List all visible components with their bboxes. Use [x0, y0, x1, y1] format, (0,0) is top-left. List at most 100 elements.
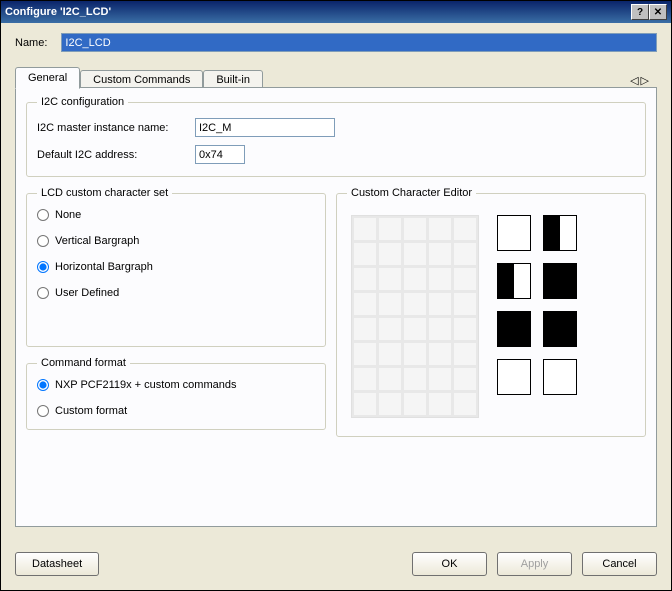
- datasheet-button[interactable]: Datasheet: [15, 552, 99, 576]
- tab-prev-icon[interactable]: ◁: [630, 74, 638, 87]
- name-label: Name:: [15, 37, 47, 49]
- close-icon[interactable]: ✕: [649, 4, 667, 20]
- help-icon[interactable]: ?: [631, 4, 649, 20]
- i2c-config-group: I2C configuration I2C master instance na…: [26, 96, 646, 177]
- pixel-cell[interactable]: [353, 242, 377, 266]
- apply-button[interactable]: Apply: [497, 552, 572, 576]
- pixel-cell[interactable]: [453, 342, 477, 366]
- pixel-cell[interactable]: [453, 292, 477, 316]
- radio-input[interactable]: [37, 405, 49, 417]
- pixel-cell[interactable]: [353, 267, 377, 291]
- pixel-cell[interactable]: [403, 392, 427, 416]
- radio-label: Custom format: [55, 405, 127, 417]
- pixel-cell[interactable]: [428, 242, 452, 266]
- pixel-cell[interactable]: [428, 342, 452, 366]
- pixel-cell[interactable]: [378, 242, 402, 266]
- char-half-right: [560, 360, 576, 394]
- char-half-left: [544, 216, 560, 250]
- group-legend: Custom Character Editor: [347, 187, 476, 199]
- lower-groups: LCD custom character set None Vertical B…: [26, 187, 646, 437]
- pixel-cell[interactable]: [403, 242, 427, 266]
- pixel-cell[interactable]: [403, 217, 427, 241]
- pixel-cell[interactable]: [353, 292, 377, 316]
- pixel-cell[interactable]: [453, 217, 477, 241]
- charset-group: LCD custom character set None Vertical B…: [26, 187, 326, 347]
- ok-button[interactable]: OK: [412, 552, 487, 576]
- radio-label: User Defined: [55, 287, 119, 299]
- pixel-cell[interactable]: [353, 217, 377, 241]
- pixel-cell[interactable]: [378, 217, 402, 241]
- radio-user-defined[interactable]: User Defined: [37, 287, 315, 299]
- char-preview[interactable]: [543, 215, 577, 251]
- tab-nav: ◁ ▷: [630, 74, 657, 87]
- char-editor: [347, 209, 635, 424]
- pixel-cell[interactable]: [403, 367, 427, 391]
- char-preview[interactable]: [497, 311, 531, 347]
- radio-nxp-pcf2119x[interactable]: NXP PCF2119x + custom commands: [37, 379, 315, 391]
- pixel-cell[interactable]: [353, 317, 377, 341]
- pixel-cell[interactable]: [428, 292, 452, 316]
- pixel-cell[interactable]: [378, 392, 402, 416]
- dialog-content: Name: General Custom Commands Built-in ◁…: [1, 23, 671, 537]
- char-preview[interactable]: [497, 263, 531, 299]
- name-input[interactable]: [61, 33, 657, 52]
- pixel-cell[interactable]: [353, 367, 377, 391]
- pixel-cell[interactable]: [428, 217, 452, 241]
- radio-input[interactable]: [37, 209, 49, 221]
- window-title: Configure 'I2C_LCD': [5, 6, 631, 18]
- radio-label: NXP PCF2119x + custom commands: [55, 379, 236, 391]
- radio-input[interactable]: [37, 379, 49, 391]
- radio-input[interactable]: [37, 287, 49, 299]
- pixel-cell[interactable]: [428, 267, 452, 291]
- char-half-right: [514, 312, 530, 346]
- pixel-cell[interactable]: [453, 367, 477, 391]
- pixel-cell[interactable]: [378, 342, 402, 366]
- char-preview[interactable]: [543, 263, 577, 299]
- pixel-cell[interactable]: [403, 267, 427, 291]
- pixel-cell[interactable]: [378, 367, 402, 391]
- radio-custom-format[interactable]: Custom format: [37, 405, 315, 417]
- default-addr-input[interactable]: [195, 145, 245, 164]
- pixel-cell[interactable]: [453, 242, 477, 266]
- char-half-left: [498, 312, 514, 346]
- pixel-cell[interactable]: [428, 392, 452, 416]
- tab-label: General: [28, 72, 67, 84]
- tab-general[interactable]: General: [15, 67, 80, 89]
- char-preview[interactable]: [543, 311, 577, 347]
- group-legend: Command format: [37, 357, 130, 369]
- pixel-cell[interactable]: [428, 367, 452, 391]
- pixel-cell[interactable]: [453, 317, 477, 341]
- pixel-cell[interactable]: [403, 292, 427, 316]
- char-half-right: [514, 216, 530, 250]
- tab-label: Built-in: [216, 74, 250, 86]
- radio-input[interactable]: [37, 235, 49, 247]
- default-addr-label: Default I2C address:: [37, 149, 187, 161]
- pixel-cell[interactable]: [453, 267, 477, 291]
- pixel-cell[interactable]: [428, 317, 452, 341]
- config-dialog: Configure 'I2C_LCD' ? ✕ Name: General Cu…: [0, 0, 672, 591]
- char-preview[interactable]: [497, 215, 531, 251]
- master-name-input[interactable]: [195, 118, 335, 137]
- pixel-cell[interactable]: [403, 317, 427, 341]
- radio-vertical-bargraph[interactable]: Vertical Bargraph: [37, 235, 315, 247]
- radio-label: None: [55, 209, 81, 221]
- radio-input[interactable]: [37, 261, 49, 273]
- radio-horizontal-bargraph[interactable]: Horizontal Bargraph: [37, 261, 315, 273]
- pixel-cell[interactable]: [453, 392, 477, 416]
- char-preview[interactable]: [497, 359, 531, 395]
- radio-none[interactable]: None: [37, 209, 315, 221]
- tab-next-icon[interactable]: ▷: [641, 74, 649, 87]
- char-half-left: [498, 360, 514, 394]
- pixel-cell[interactable]: [378, 267, 402, 291]
- pixel-grid[interactable]: [351, 215, 479, 418]
- char-half-left: [544, 312, 560, 346]
- tab-label: Custom Commands: [93, 74, 190, 86]
- pixel-cell[interactable]: [403, 342, 427, 366]
- char-preview[interactable]: [543, 359, 577, 395]
- pixel-cell[interactable]: [353, 342, 377, 366]
- pixel-cell[interactable]: [353, 392, 377, 416]
- cancel-button[interactable]: Cancel: [582, 552, 657, 576]
- pixel-cell[interactable]: [378, 292, 402, 316]
- pixel-cell[interactable]: [378, 317, 402, 341]
- group-legend: LCD custom character set: [37, 187, 172, 199]
